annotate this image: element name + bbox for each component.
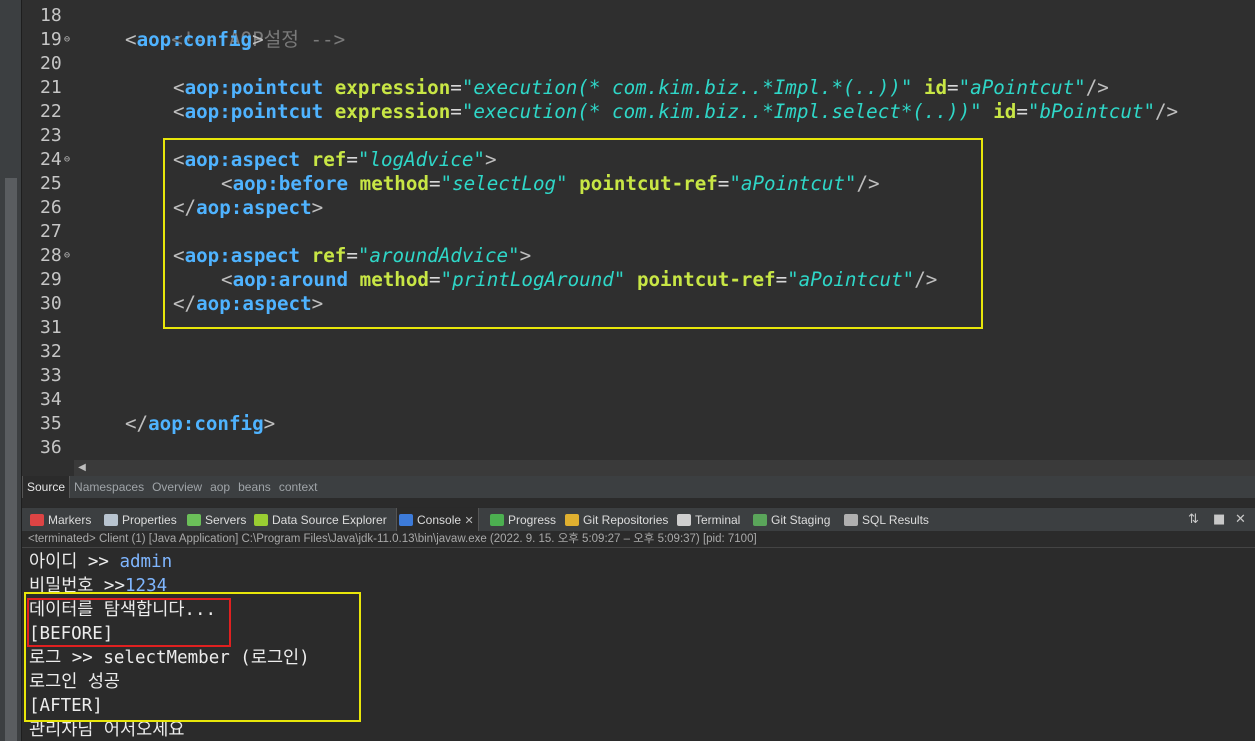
stop-icon[interactable]: ■ [1213, 508, 1225, 532]
editor-page-tabs: Source Namespaces Overview aop beans context [22, 476, 1255, 498]
attr-name: id [993, 100, 1017, 123]
view-tab-properties[interactable]: Properties [104, 508, 177, 532]
terminal-icon [677, 514, 691, 526]
window-left-border [0, 0, 22, 741]
view-tab-label: SQL Results [862, 513, 929, 527]
line-number: 23 [40, 125, 62, 146]
view-tab-label: Servers [205, 513, 247, 527]
view-tab-label: Properties [122, 513, 177, 527]
outer-scrollbar-thumb[interactable] [5, 178, 17, 741]
view-tab-label: Markers [48, 513, 92, 527]
line-number: 34 [40, 389, 62, 410]
line-number: 35 [40, 413, 62, 434]
tag-name: aop:pointcut [184, 100, 324, 123]
console-icon [399, 514, 413, 526]
console-process-info: <terminated> Client (1) [Java Applicatio… [22, 531, 1255, 548]
tag-name: aop:pointcut [184, 76, 324, 99]
line-number: 33 [40, 365, 62, 386]
console-line-id: 아이디 >> admin [29, 550, 172, 574]
fold-toggle-icon[interactable]: ⊖ [64, 148, 70, 172]
tag-name: aop:config [148, 412, 264, 435]
view-tab-bar: ⇅ ■ ✕ Markers Properties Servers Data Sourc… [22, 507, 1255, 532]
git-staging-icon [753, 514, 767, 526]
close-tab-icon[interactable]: ✕ [461, 514, 474, 527]
id-input: admin [119, 552, 173, 572]
progress-icon [490, 514, 504, 526]
id-prompt: 아이디 >> [29, 552, 120, 572]
line-number: 36 [40, 437, 62, 458]
code-line-22[interactable]: <aop:pointcut expression="execution(* co… [173, 100, 1178, 124]
line-number: 20 [40, 53, 62, 74]
markers-icon [30, 514, 44, 526]
view-tab-sql-results[interactable]: SQL Results [844, 508, 929, 532]
line-number: 30 [40, 293, 62, 314]
tab-overview[interactable]: Overview [148, 476, 206, 498]
properties-icon [104, 514, 118, 526]
pin-console-icon[interactable]: ⇅ [1188, 508, 1199, 532]
view-tab-label: Console [417, 513, 462, 527]
view-tab-git-staging[interactable]: Git Staging [753, 508, 830, 532]
line-number-gutter: 18 19 ⊖ 20 21 22 23 24 ⊖ 25 26 27 28 ⊖ 29 30 31 32 33 34 35 3… [22, 0, 74, 460]
editor-horizontal-scrollbar[interactable]: ◀ [74, 460, 1255, 476]
tab-beans[interactable]: beans [234, 476, 275, 498]
code-line-19[interactable]: <aop:config> [125, 28, 264, 52]
code-line-18[interactable]: <!-- AOP설정 --> [125, 4, 345, 51]
scroll-left-arrow-icon[interactable]: ◀ [74, 460, 90, 476]
tab-source[interactable]: Source [22, 476, 71, 498]
view-tab-console[interactable]: Console ✕ [396, 508, 479, 532]
line-number: 22 [40, 101, 62, 122]
code-line-21[interactable]: <aop:pointcut expression="execution(* co… [173, 76, 1109, 100]
view-tab-servers[interactable]: Servers [187, 508, 246, 532]
view-tab-label: Git Repositories [583, 513, 669, 527]
gutter-scroll-filler [22, 460, 74, 476]
attr-value: "execution(* com.kim.biz..*Impl.select*(… [461, 100, 982, 123]
attr-name: expression [334, 76, 451, 99]
fold-toggle-icon[interactable]: ⊖ [64, 28, 70, 52]
tag-name: aop:config [136, 28, 253, 51]
view-tab-label: Git Staging [771, 513, 831, 527]
attr-name: id [923, 76, 948, 99]
fold-toggle-icon[interactable]: ⊖ [64, 244, 70, 268]
line-number: 32 [40, 341, 62, 362]
view-tab-label: Data Source Explorer [272, 513, 387, 527]
view-tab-markers[interactable]: Markers [30, 508, 91, 532]
servers-icon [187, 514, 201, 526]
view-tab-git-repositories[interactable]: Git Repositories [565, 508, 668, 532]
line-number: 31 [40, 317, 62, 338]
line-number: 26 [40, 197, 62, 218]
xml-source-editor[interactable]: 18 19 ⊖ 20 21 22 23 24 ⊖ 25 26 27 28 ⊖ 29 30 31 32 33 34 35 3… [22, 0, 1255, 460]
sql-results-icon [844, 514, 858, 526]
line-number: 27 [40, 221, 62, 242]
attr-value: "execution(* com.kim.biz..*Impl.*(..))" [461, 76, 913, 99]
git-repositories-icon [565, 514, 579, 526]
before-highlight-box [27, 598, 231, 647]
console-output[interactable]: 아이디 >> admin 비밀번호 >>1234 데이터를 탐색합니다... [… [22, 548, 1255, 741]
view-tab-label: Terminal [695, 513, 741, 527]
aspect-highlight-box [163, 138, 983, 329]
attr-name: expression [334, 100, 451, 123]
code-line-35[interactable]: </aop:config> [125, 412, 275, 436]
attr-value: "bPointcut" [1027, 100, 1155, 123]
attr-value: "aPointcut" [958, 76, 1086, 99]
tab-aop[interactable]: aop [206, 476, 234, 498]
view-tab-data-source-explorer[interactable]: Data Source Explorer [254, 508, 387, 532]
line-number: 25 [40, 173, 62, 194]
close-view-icon[interactable]: ✕ [1235, 508, 1246, 532]
tab-context[interactable]: context [275, 476, 322, 498]
line-number: 18 [40, 5, 62, 26]
tab-namespaces[interactable]: Namespaces [70, 476, 148, 498]
line-number: 21 [40, 77, 62, 98]
data-source-icon [254, 514, 268, 526]
line-number: 29 [40, 269, 62, 290]
view-tab-label: Progress [508, 513, 557, 527]
view-tab-terminal[interactable]: Terminal [677, 508, 740, 532]
view-tab-progress[interactable]: Progress [490, 508, 556, 532]
